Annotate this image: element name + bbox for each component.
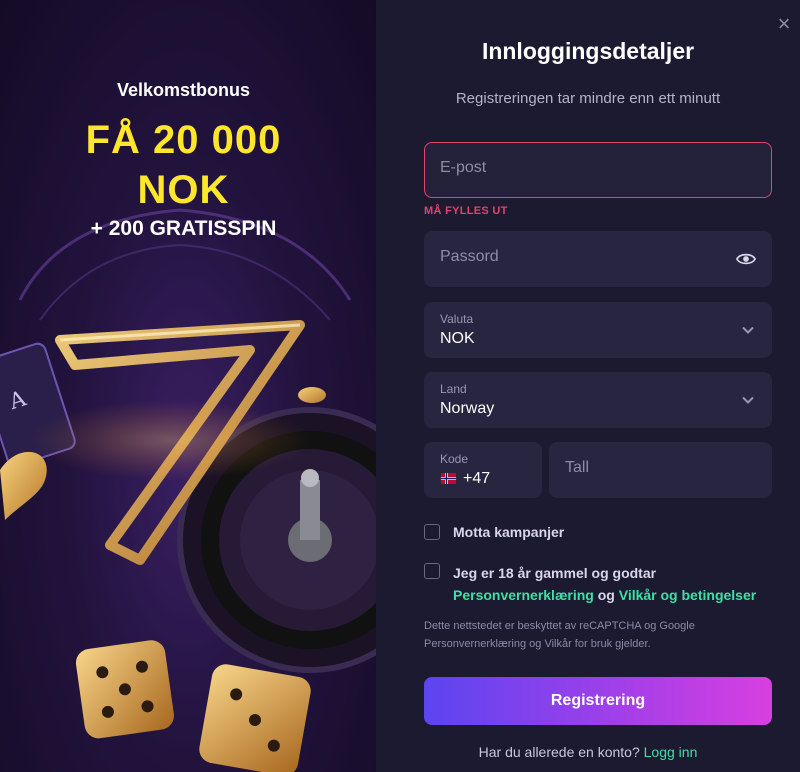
terms-text: Jeg er 18 år gammel og godtar Personvern…: [453, 562, 756, 606]
login-prompt-row: Har du allerede en konto? Logg inn: [376, 744, 800, 760]
recaptcha-notice: Dette nettstedet er beskyttet av reCAPTC…: [424, 620, 695, 650]
form-title: Innloggingsdetaljer: [481, 38, 695, 64]
password-placeholder: Passord: [440, 248, 499, 265]
eye-icon[interactable]: [736, 249, 756, 269]
chevron-down-icon: [742, 396, 754, 404]
email-placeholder: E-post: [440, 159, 487, 176]
bonus-spins: + 200 GRATISSPIN: [90, 217, 277, 240]
email-error: MÅ FYLLES UT: [424, 205, 508, 217]
form-subtitle: Registreringen tar mindre enn ett minutt: [455, 90, 721, 107]
country-value: Norway: [440, 400, 495, 417]
code-value: +47: [463, 470, 491, 487]
code-value-wrap: +47: [440, 470, 490, 488]
currency-select[interactable]: Valuta NOK: [424, 302, 772, 358]
registration-modal: A Velkomstbonus FÅ 20 000 NOK + 200 GRAT…: [0, 0, 800, 772]
code-label: Kode: [440, 452, 469, 466]
country-label: Land: [440, 382, 467, 396]
bonus-amount: FÅ 20 000 NOK: [0, 115, 367, 215]
promo-checkbox-row: Motta kampanjer: [424, 524, 772, 544]
country-code-select[interactable]: Kode +47: [424, 442, 542, 498]
terms-and: og: [597, 587, 615, 603]
phone-placeholder: Tall: [565, 459, 590, 476]
bonus-amount-line1: FÅ 20 000: [85, 118, 282, 162]
currency-value: NOK: [440, 330, 475, 347]
promo-checkbox-label: Motta kampanjer: [453, 524, 565, 540]
bonus-kicker: Velkomstbonus: [116, 80, 251, 100]
login-prompt: Har du allerede en konto?: [478, 744, 640, 760]
currency-label: Valuta: [440, 312, 474, 326]
promo-panel: A Velkomstbonus FÅ 20 000 NOK + 200 GRAT…: [0, 0, 376, 772]
close-icon[interactable]: ×: [772, 12, 796, 36]
bonus-offer: Velkomstbonus FÅ 20 000 NOK + 200 GRATIS…: [0, 0, 367, 241]
norway-flag-icon: [440, 473, 457, 484]
email-field[interactable]: E-post: [424, 142, 772, 198]
bonus-amount-line2: NOK: [137, 168, 230, 212]
register-button[interactable]: Registrering: [424, 677, 772, 725]
terms-link[interactable]: Vilkår og betingelser: [619, 587, 756, 603]
terms-checkbox[interactable]: [424, 563, 440, 579]
registration-form: × Innloggingsdetaljer Registreringen tar…: [376, 0, 800, 772]
terms-prefix: Jeg er 18 år gammel og godtar: [453, 565, 657, 581]
terms-checkbox-row: Jeg er 18 år gammel og godtar Personvern…: [424, 562, 772, 603]
chevron-down-icon: [742, 326, 754, 334]
country-select[interactable]: Land Norway: [424, 372, 772, 428]
promo-checkbox[interactable]: [424, 524, 440, 540]
phone-field[interactable]: Tall: [549, 442, 772, 498]
login-link[interactable]: Logg inn: [644, 744, 698, 760]
password-field[interactable]: Passord: [424, 231, 772, 287]
privacy-link[interactable]: Personvernerklæring: [453, 587, 594, 603]
